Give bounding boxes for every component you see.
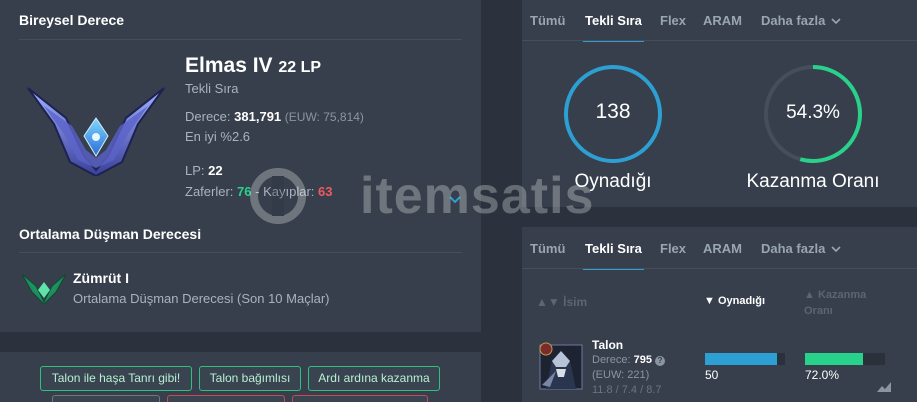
queue-type: Tekli Sıra bbox=[185, 81, 239, 96]
enemy-rank-title: Ortalama Düşman Derecesi bbox=[19, 226, 202, 242]
tab-flex[interactable]: Flex bbox=[660, 12, 686, 38]
tab-all[interactable]: Tümü bbox=[530, 240, 565, 266]
champion-tabs: Tümü Tekli Sıra Flex ARAM Daha fazla bbox=[522, 240, 917, 270]
tab-solo[interactable]: Tekli Sıra bbox=[583, 240, 644, 270]
losses-label: Kayıplar: bbox=[263, 184, 315, 199]
col-played-label: Oynadığı bbox=[717, 295, 766, 307]
played-count: 138 bbox=[595, 100, 631, 123]
tag-win-streak[interactable]: Ardı ardına kazanma bbox=[308, 366, 440, 391]
champion-euw: (EUW: 221) bbox=[592, 369, 650, 381]
champion-rank-value: 795 bbox=[633, 354, 652, 366]
tag-hidden[interactable] bbox=[167, 395, 285, 402]
champion-portrait[interactable] bbox=[538, 341, 584, 391]
ladder-rank-value: 381,791 bbox=[234, 109, 282, 124]
win-loss-separator: - bbox=[255, 184, 260, 199]
tag-god-like[interactable]: Talon ile haşa Tanrı gibi! bbox=[40, 366, 192, 391]
chevron-down-icon bbox=[831, 246, 841, 253]
tag-addicted[interactable]: Talon bağımlısı bbox=[199, 366, 301, 391]
enemy-rank-desc: Ortalama Düşman Derecesi (Son 10 Maçlar) bbox=[73, 291, 330, 306]
winrate-bar bbox=[805, 353, 885, 365]
col-name-header[interactable]: ▲▼ İsim bbox=[536, 295, 587, 309]
diamond-rank-emblem-icon bbox=[27, 87, 165, 176]
champion-winrate: 72.0% bbox=[805, 368, 840, 382]
rank-name-text: Elmas IV bbox=[185, 54, 273, 77]
win-loss-line: Zaferler: 76 - Kayıplar: 63 bbox=[185, 184, 333, 199]
tab-solo[interactable]: Tekli Sıra bbox=[583, 12, 644, 42]
winrate-bar-fill bbox=[805, 353, 863, 365]
played-bar bbox=[705, 353, 785, 365]
tab-flex[interactable]: Flex bbox=[660, 240, 686, 266]
tab-aram[interactable]: ARAM bbox=[703, 240, 742, 266]
chevron-down-icon bbox=[831, 18, 841, 25]
played-label: Oynadığı bbox=[574, 171, 652, 192]
chart-trend-icon[interactable] bbox=[876, 381, 892, 393]
solo-rank-title: Bireysel Derece bbox=[19, 12, 125, 28]
wins-value: 76 bbox=[237, 184, 252, 199]
ladder-rank: Derece: 381,791 (EUW: 75,814) bbox=[185, 109, 364, 124]
tab-more-label: Daha fazla bbox=[761, 13, 826, 28]
champion-name[interactable]: Talon bbox=[592, 338, 623, 352]
sort-icon: ▲▼ bbox=[536, 295, 560, 309]
solo-rank-panel: Bireysel Derece Elmas IV 22 LP Tekli Sır… bbox=[0, 0, 481, 332]
help-icon[interactable]: ? bbox=[655, 356, 666, 366]
col-played-header[interactable]: ▼ Oynadığı bbox=[704, 295, 765, 307]
ladder-rank-euw: (EUW: 75,814) bbox=[284, 110, 364, 124]
champion-stats-panel: Tümü Tekli Sıra Flex ARAM Daha fazla ▲▼ … bbox=[522, 227, 917, 402]
tab-more-label: Daha fazla bbox=[761, 241, 826, 256]
divider bbox=[522, 268, 917, 269]
rank-name: Elmas IV 22 LP bbox=[185, 54, 321, 78]
sort-desc-icon: ▼ bbox=[704, 295, 715, 307]
tags-panel: Talon ile haşa Tanrı gibi! Talon bağımlı… bbox=[0, 352, 481, 402]
divider bbox=[522, 40, 917, 41]
lp-line: LP: 22 bbox=[185, 163, 223, 178]
top-percent: En iyi %2.6 bbox=[185, 129, 251, 144]
played-bar-fill bbox=[705, 353, 777, 365]
chevron-down-icon[interactable] bbox=[448, 195, 462, 205]
winrate-value: 54.3% bbox=[786, 102, 840, 123]
champion-rank: Derece: 795 ? bbox=[592, 354, 666, 366]
col-winrate-header[interactable]: ▲ Kazanma Oranı bbox=[804, 287, 866, 319]
tag-hidden[interactable] bbox=[52, 395, 160, 402]
emerald-rank-emblem-icon bbox=[22, 273, 66, 304]
stats-panel: Tümü Tekli Sıra Flex ARAM Daha fazla 138… bbox=[522, 0, 917, 207]
rank-lp-badge: 22 LP bbox=[278, 59, 322, 76]
enemy-rank-name: Zümrüt I bbox=[73, 270, 129, 286]
champion-rank-label: Derece: bbox=[592, 354, 631, 366]
tab-all[interactable]: Tümü bbox=[530, 12, 565, 38]
col-winrate-label-2: Oranı bbox=[804, 305, 833, 317]
champion-played: 50 bbox=[705, 368, 719, 382]
tab-aram[interactable]: ARAM bbox=[703, 12, 742, 38]
tab-more[interactable]: Daha fazla bbox=[761, 12, 841, 38]
ladder-rank-label: Derece: bbox=[185, 109, 231, 124]
divider bbox=[19, 39, 462, 40]
col-name-label: İsim bbox=[563, 295, 588, 309]
stats-tabs: Tümü Tekli Sıra Flex ARAM Daha fazla bbox=[522, 12, 917, 42]
tab-more[interactable]: Daha fazla bbox=[761, 240, 841, 266]
losses-value: 63 bbox=[318, 184, 333, 199]
lp-value: 22 bbox=[208, 163, 223, 178]
champion-kda: 11.8 / 7.4 / 8.7 bbox=[592, 384, 662, 396]
divider bbox=[19, 252, 462, 253]
lp-label: LP: bbox=[185, 163, 205, 178]
tag-hidden[interactable] bbox=[292, 395, 428, 402]
wins-label: Zaferler: bbox=[185, 184, 234, 199]
winrate-label: Kazanma Oranı bbox=[746, 171, 880, 192]
sort-icon: ▲ bbox=[804, 289, 815, 301]
col-winrate-label-1: Kazanma bbox=[817, 289, 867, 301]
